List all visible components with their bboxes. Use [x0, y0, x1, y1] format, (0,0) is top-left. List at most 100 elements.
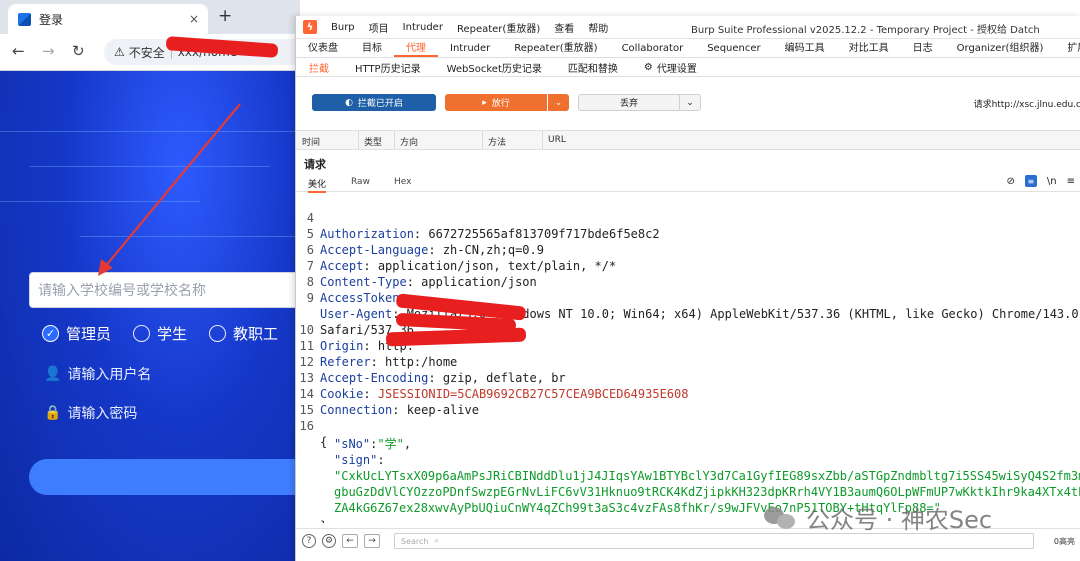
request-editor[interactable]: 4 Authorization: 6672725565af813709f717b…: [296, 192, 1080, 523]
search-input[interactable]: Search ⌕: [394, 533, 1034, 549]
column-divider[interactable]: [542, 131, 543, 149]
login-page: 请输入学校编号或学校名称 ✓ 管理员 学生 教职工 👤 请输入用户名 🔒 请输入…: [0, 71, 300, 561]
menu-intruder[interactable]: Intruder: [403, 22, 443, 33]
json-line-sno: "sNo":"学",: [334, 437, 412, 451]
tab-logger[interactable]: 日志: [901, 39, 945, 57]
menu-view[interactable]: 查看: [554, 20, 574, 35]
intercept-label: 拦截已开启: [357, 99, 403, 109]
subtab-websocket-history[interactable]: WebSocket历史记录: [434, 60, 555, 75]
search-icon[interactable]: ⌕: [434, 536, 438, 546]
back-arrow-icon[interactable]: ←: [12, 42, 25, 60]
column-url[interactable]: URL: [548, 135, 566, 145]
subtab-proxy-settings[interactable]: ⚙ 代理设置: [631, 60, 710, 75]
username-field[interactable]: 👤 请输入用户名: [44, 364, 151, 384]
role-option-student[interactable]: 学生: [133, 323, 187, 344]
proxy-sub-tab-bar: 拦截 HTTP历史记录 WebSocket历史记录 匹配和替换 ⚙ 代理设置: [296, 58, 1080, 77]
menu-lines-icon[interactable]: ≡: [1067, 176, 1075, 187]
menu-help[interactable]: 帮助: [588, 20, 608, 35]
hide-eye-icon[interactable]: ⊘: [1007, 176, 1015, 187]
column-divider[interactable]: [394, 131, 395, 149]
drop-dropdown-chevron-icon[interactable]: ⌄: [680, 94, 701, 111]
reload-icon[interactable]: ↻: [72, 42, 85, 60]
column-time[interactable]: 时间: [302, 135, 320, 148]
tab-decoder[interactable]: 编码工具: [773, 39, 837, 57]
radio-checked-icon[interactable]: ✓: [42, 325, 59, 342]
request-panel-title: 请求: [304, 158, 326, 171]
gear-icon: ⚙: [643, 61, 653, 73]
tab-comparer[interactable]: 对比工具: [837, 39, 901, 57]
view-tab-raw[interactable]: Raw: [351, 177, 370, 187]
role-option-admin[interactable]: ✓ 管理员: [42, 323, 111, 344]
column-divider[interactable]: [482, 131, 483, 149]
background-decor-line: [30, 166, 270, 167]
subtab-match-replace[interactable]: 匹配和替换: [555, 60, 631, 75]
menu-project[interactable]: 项目: [369, 20, 389, 35]
forward-button[interactable]: ▸ 放行: [445, 94, 547, 111]
wrap-lines-icon[interactable]: ≡: [1024, 175, 1037, 187]
tab-title: 登录: [39, 12, 64, 27]
browser-tab-login[interactable]: 登录 ×: [8, 4, 208, 34]
intercept-controls: ◐ 拦截已开启 ▸ 放行 ⌄ 丢弃 ⌄ 请求http://xsc.jlnu.ed…: [296, 77, 1080, 121]
wechat-logo-icon: [764, 505, 798, 531]
subtab-intercept[interactable]: 拦截: [296, 60, 342, 75]
tab-intruder[interactable]: Intruder: [438, 43, 502, 57]
browser-tab-strip: 登录 × +: [0, 0, 300, 34]
drop-label: 丢弃: [619, 99, 638, 109]
tab-target[interactable]: 目标: [350, 39, 394, 57]
role-selector: ✓ 管理员 学生 教职工: [42, 323, 288, 344]
tab-dashboard[interactable]: 仪表盘: [296, 39, 350, 57]
column-method[interactable]: 方法: [488, 135, 506, 148]
message-view-tabs: 美化 Raw Hex ⊘ ≡ \n ≡: [296, 174, 1080, 193]
password-field[interactable]: 🔒 请输入密码: [44, 403, 137, 423]
new-tab-button[interactable]: +: [218, 6, 232, 26]
tab-proxy[interactable]: 代理: [394, 39, 438, 57]
browser-window: 登录 × + ← → ↻ ⚠ 不安全 xxx/home 请输入学校编号或学校名称…: [0, 0, 300, 561]
header-line: 11 Referer: http:/home: [299, 339, 458, 369]
login-button[interactable]: [29, 459, 300, 495]
menu-burp[interactable]: Burp: [331, 22, 355, 33]
column-divider[interactable]: [358, 131, 359, 149]
tab-collaborator[interactable]: Collaborator: [610, 43, 696, 57]
newline-icon[interactable]: \n: [1047, 176, 1057, 187]
json-line-sign-value: ZA4kG6Z67ex28xwvAyPbUQiuCnWY4qZCh99t3aS3…: [334, 501, 941, 515]
column-type[interactable]: 类型: [364, 135, 382, 148]
radio-unchecked-icon[interactable]: [209, 325, 227, 342]
intercept-toggle-button[interactable]: ◐ 拦截已开启: [312, 94, 436, 111]
drop-button[interactable]: 丢弃: [578, 94, 680, 111]
background-decor-line: [0, 131, 300, 132]
tab-repeater[interactable]: Repeater(重放器): [502, 39, 609, 57]
subtab-http-history[interactable]: HTTP历史记录: [342, 60, 434, 75]
header-line: 8 AccessToken:: [306, 275, 407, 305]
tab-sequencer[interactable]: Sequencer: [695, 43, 772, 57]
header-line: 4 Authorization: 6672725565af813709f717b…: [306, 211, 660, 241]
forward-dropdown-chevron-icon[interactable]: ⌄: [548, 94, 569, 111]
view-tab-hex[interactable]: Hex: [394, 177, 411, 187]
json-line-sign-value: "CxkUcLYTsxX09p6aAmPsJRiCBINddDlu1jJ4JIq…: [334, 469, 1080, 483]
school-search-input[interactable]: 请输入学校编号或学校名称: [29, 272, 300, 308]
view-tab-pretty[interactable]: 美化: [308, 177, 327, 193]
radio-unchecked-icon[interactable]: [133, 325, 151, 342]
role-option-staff[interactable]: 教职工: [209, 323, 278, 344]
json-line-sign-key: "sign":: [334, 453, 385, 467]
highlight-count: 0高亮: [1053, 536, 1075, 546]
search-prev-arrow-icon[interactable]: ←: [342, 534, 358, 548]
tab-organizer[interactable]: Organizer(组织器): [945, 39, 1056, 57]
wechat-watermark: 公众号 · 神农Sec: [764, 500, 992, 535]
menu-repeater[interactable]: Repeater(重放器): [457, 20, 540, 35]
warning-triangle-icon[interactable]: ⚠: [114, 45, 125, 59]
main-tab-bar: 仪表盘 目标 代理 Intruder Repeater(重放器) Collabo…: [296, 39, 1080, 58]
help-icon[interactable]: ?: [302, 534, 316, 548]
tab-extensions[interactable]: 扩展: [1055, 39, 1080, 57]
search-next-arrow-icon[interactable]: →: [364, 534, 380, 548]
json-open-line: 16 {: [299, 419, 328, 449]
insecure-label: 不安全: [128, 45, 165, 60]
tab-close-icon[interactable]: ×: [186, 12, 202, 26]
forward-arrow-icon[interactable]: →: [42, 42, 55, 60]
header-line: 6 Accept: application/json, text/plain, …: [306, 243, 617, 273]
password-placeholder: 请输入密码: [67, 406, 138, 422]
watermark-text: 公众号 · 神农Sec: [806, 506, 993, 534]
json-line-sign-value: gbuGzDdVlCYOzzoPDnfSwzpEGrNvLiFC6vV31Hkn…: [334, 485, 1080, 499]
column-direction[interactable]: 方向: [400, 135, 418, 148]
lock-icon: 🔒: [44, 405, 62, 421]
settings-gear-icon[interactable]: ⚙: [322, 534, 336, 548]
